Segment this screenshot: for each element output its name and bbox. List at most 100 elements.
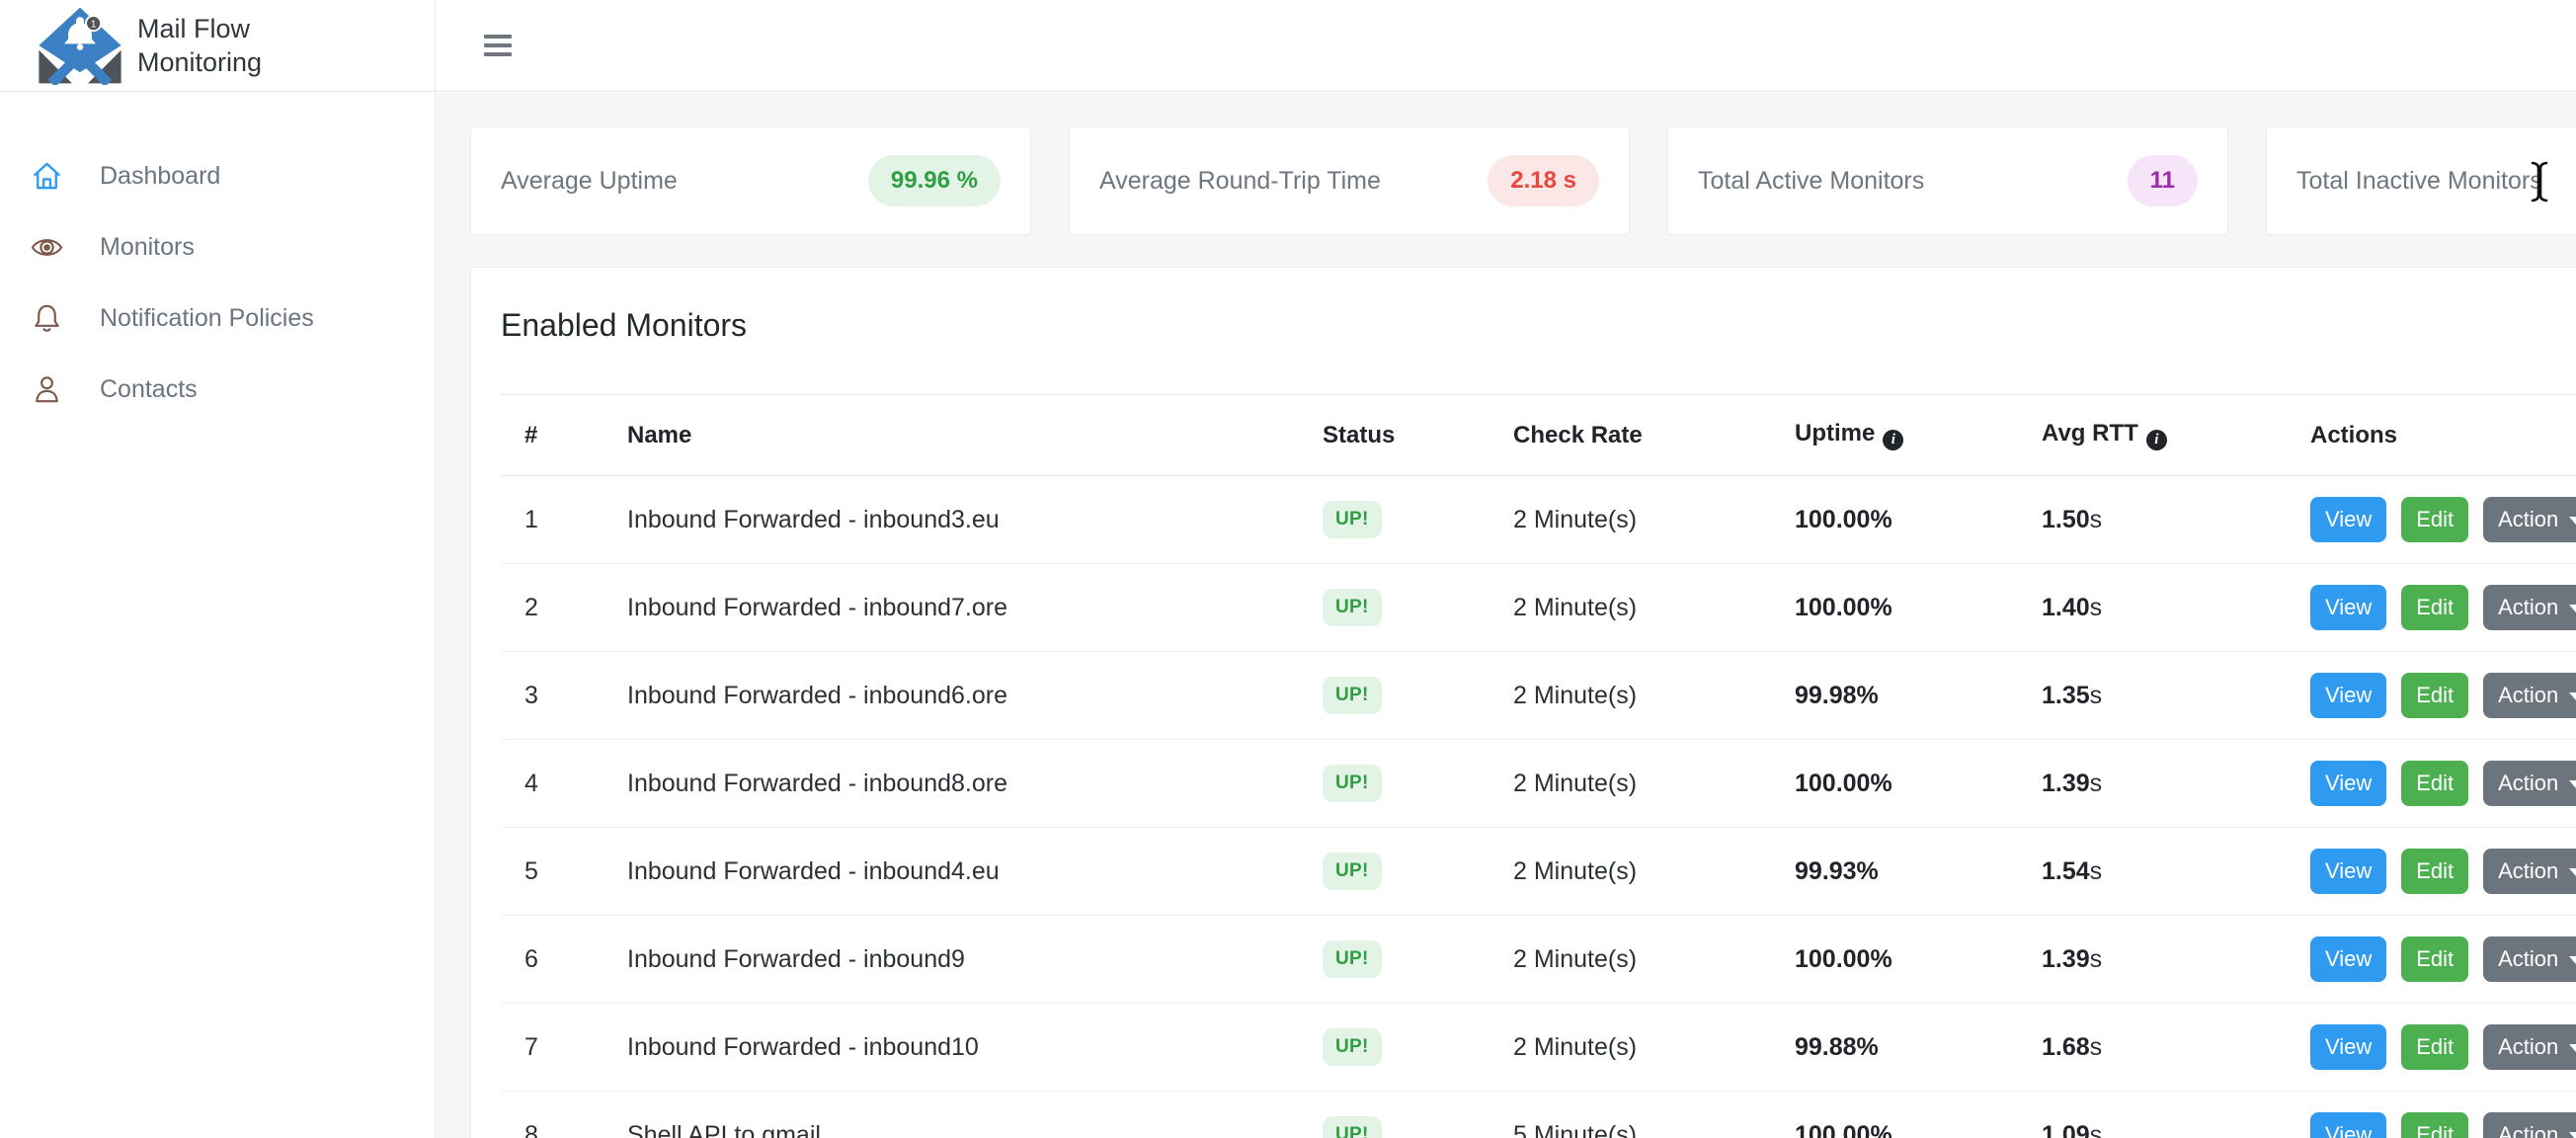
svg-text:1: 1 bbox=[91, 20, 97, 31]
row-actions: View Edit Action bbox=[2287, 1092, 2576, 1138]
edit-button[interactable]: Edit bbox=[2401, 849, 2468, 894]
sidebar-item-contacts[interactable]: Contacts bbox=[0, 354, 435, 425]
stat-label: Total Active Monitors bbox=[1698, 167, 1924, 196]
monitor-avg-rtt: 1.40s bbox=[2018, 564, 2287, 652]
sidebar-item-notification-policies[interactable]: Notification Policies bbox=[0, 283, 435, 354]
table-row: 4 Inbound Forwarded - inbound8.ore UP! 2… bbox=[501, 740, 2576, 828]
view-button[interactable]: View bbox=[2310, 673, 2386, 718]
stat-value-badge: 99.96 % bbox=[868, 155, 1001, 206]
monitor-index: 5 bbox=[501, 828, 604, 916]
monitor-avg-rtt: 1.09s bbox=[2018, 1092, 2287, 1138]
action-dropdown-button[interactable]: Action bbox=[2483, 585, 2576, 630]
sidebar-nav: Dashboard Monitors Notification Policies… bbox=[0, 140, 435, 425]
table-row: 5 Inbound Forwarded - inbound4.eu UP! 2 … bbox=[501, 828, 2576, 916]
monitor-avg-rtt: 1.35s bbox=[2018, 652, 2287, 740]
view-button[interactable]: View bbox=[2310, 1024, 2386, 1070]
info-icon[interactable]: i bbox=[1883, 430, 1903, 450]
monitor-avg-rtt: 1.50s bbox=[2018, 476, 2287, 564]
mail-flow-logo-icon: 1 bbox=[36, 6, 124, 85]
status-badge: UP! bbox=[1323, 589, 1382, 626]
view-button[interactable]: View bbox=[2310, 849, 2386, 894]
action-dropdown-button[interactable]: Action bbox=[2483, 761, 2576, 806]
monitor-uptime: 99.93% bbox=[1771, 828, 2018, 916]
stat-card-total-inactive-monitors: Total Inactive Monitors bbox=[2266, 126, 2576, 235]
caret-down-icon bbox=[2569, 605, 2576, 612]
monitor-index: 6 bbox=[501, 916, 604, 1004]
edit-button[interactable]: Edit bbox=[2401, 761, 2468, 806]
sidebar-item-label: Dashboard bbox=[100, 162, 220, 191]
monitor-check-rate: 2 Minute(s) bbox=[1489, 476, 1771, 564]
column-header-avg-rtt: Avg RTTi bbox=[2018, 395, 2287, 476]
view-button[interactable]: View bbox=[2310, 936, 2386, 982]
caret-down-icon bbox=[2569, 517, 2576, 525]
stat-value-badge: 2.18 s bbox=[1488, 155, 1599, 206]
monitor-name: Inbound Forwarded - inbound7.ore bbox=[604, 564, 1299, 652]
caret-down-icon bbox=[2569, 1132, 2576, 1138]
monitor-index: 2 bbox=[501, 564, 604, 652]
hamburger-menu-icon[interactable] bbox=[484, 35, 512, 56]
column-header-num: # bbox=[501, 395, 604, 476]
person-icon bbox=[30, 372, 64, 407]
monitor-uptime: 100.00% bbox=[1771, 740, 2018, 828]
monitor-name: Inbound Forwarded - inbound6.ore bbox=[604, 652, 1299, 740]
status-badge: UP! bbox=[1323, 765, 1382, 802]
monitor-name: Inbound Forwarded - inbound8.ore bbox=[604, 740, 1299, 828]
monitor-avg-rtt: 1.39s bbox=[2018, 916, 2287, 1004]
monitor-uptime: 100.00% bbox=[1771, 476, 2018, 564]
topbar bbox=[436, 0, 2576, 92]
info-icon[interactable]: i bbox=[2146, 430, 2167, 450]
monitor-index: 8 bbox=[501, 1092, 604, 1138]
edit-button[interactable]: Edit bbox=[2401, 673, 2468, 718]
action-dropdown-button[interactable]: Action bbox=[2483, 849, 2576, 894]
stat-card-average-rtt: Average Round-Trip Time 2.18 s bbox=[1069, 126, 1630, 235]
sidebar-item-monitors[interactable]: Monitors bbox=[0, 211, 435, 283]
caret-down-icon bbox=[2569, 1044, 2576, 1052]
monitor-name: Inbound Forwarded - inbound3.eu bbox=[604, 476, 1299, 564]
status-badge: UP! bbox=[1323, 940, 1382, 978]
view-button[interactable]: View bbox=[2310, 497, 2386, 542]
edit-button[interactable]: Edit bbox=[2401, 497, 2468, 542]
stat-label: Average Uptime bbox=[501, 167, 678, 196]
action-dropdown-button[interactable]: Action bbox=[2483, 1024, 2576, 1070]
view-button[interactable]: View bbox=[2310, 585, 2386, 630]
home-icon bbox=[30, 159, 64, 194]
stat-label: Total Inactive Monitors bbox=[2296, 167, 2542, 196]
action-dropdown-button[interactable]: Action bbox=[2483, 936, 2576, 982]
monitor-uptime: 100.00% bbox=[1771, 1092, 2018, 1138]
action-dropdown-button[interactable]: Action bbox=[2483, 673, 2576, 718]
row-actions: View Edit Action bbox=[2287, 476, 2576, 564]
monitor-name: Inbound Forwarded - inbound9 bbox=[604, 916, 1299, 1004]
monitor-index: 4 bbox=[501, 740, 604, 828]
sidebar-item-label: Monitors bbox=[100, 233, 195, 262]
monitor-check-rate: 2 Minute(s) bbox=[1489, 652, 1771, 740]
edit-button[interactable]: Edit bbox=[2401, 936, 2468, 982]
sidebar: 1 Mail Flow Monitoring Dashboard Monitor… bbox=[0, 0, 436, 1138]
edit-button[interactable]: Edit bbox=[2401, 585, 2468, 630]
action-dropdown-button[interactable]: Action bbox=[2483, 1112, 2576, 1138]
caret-down-icon bbox=[2569, 692, 2576, 700]
monitor-name: Inbound Forwarded - inbound10 bbox=[604, 1004, 1299, 1092]
edit-button[interactable]: Edit bbox=[2401, 1112, 2468, 1138]
status-badge: UP! bbox=[1323, 1028, 1382, 1066]
view-button[interactable]: View bbox=[2310, 1112, 2386, 1138]
enabled-monitors-panel: Enabled Monitors # Name Status Check Rat… bbox=[470, 267, 2576, 1138]
monitor-table-body: 1 Inbound Forwarded - inbound3.eu UP! 2 … bbox=[501, 476, 2576, 1138]
monitor-index: 1 bbox=[501, 476, 604, 564]
monitor-check-rate: 5 Minute(s) bbox=[1489, 1092, 1771, 1138]
sidebar-item-dashboard[interactable]: Dashboard bbox=[0, 140, 435, 211]
monitor-index: 7 bbox=[501, 1004, 604, 1092]
status-badge: UP! bbox=[1323, 1116, 1382, 1138]
view-button[interactable]: View bbox=[2310, 761, 2386, 806]
row-actions: View Edit Action bbox=[2287, 740, 2576, 828]
edit-button[interactable]: Edit bbox=[2401, 1024, 2468, 1070]
column-header-actions: Actions bbox=[2287, 395, 2576, 476]
action-dropdown-button[interactable]: Action bbox=[2483, 497, 2576, 542]
table-row: 6 Inbound Forwarded - inbound9 UP! 2 Min… bbox=[501, 916, 2576, 1004]
row-actions: View Edit Action bbox=[2287, 1004, 2576, 1092]
status-badge: UP! bbox=[1323, 677, 1382, 714]
monitor-uptime: 99.88% bbox=[1771, 1004, 2018, 1092]
column-header-uptime: Uptimei bbox=[1771, 395, 2018, 476]
caret-down-icon bbox=[2569, 780, 2576, 788]
table-header-row: # Name Status Check Rate Uptimei Avg RTT… bbox=[501, 395, 2576, 476]
row-actions: View Edit Action bbox=[2287, 828, 2576, 916]
